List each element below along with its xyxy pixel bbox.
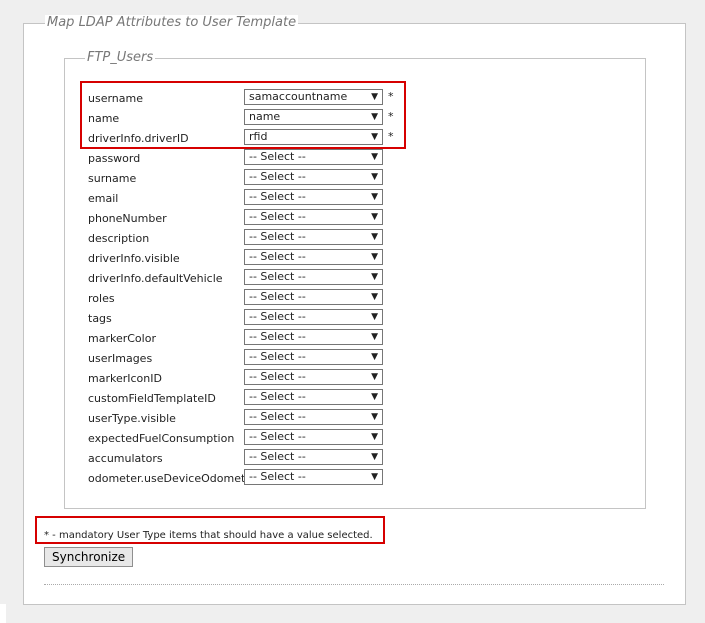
chevron-down-icon: ▼ [371, 472, 378, 482]
field-label: tags [88, 312, 112, 325]
select-value: -- Select -- [249, 190, 306, 203]
attribute-select[interactable]: -- Select -- ▼ [244, 329, 383, 345]
attribute-select[interactable]: -- Select -- ▼ [244, 229, 383, 245]
field-label: accumulators [88, 452, 163, 465]
attribute-select[interactable]: -- Select -- ▼ [244, 289, 383, 305]
attribute-select[interactable]: -- Select -- ▼ [244, 209, 383, 225]
chevron-down-icon: ▼ [371, 452, 378, 462]
attribute-select[interactable]: -- Select -- ▼ [244, 149, 383, 165]
attribute-select[interactable]: -- Select -- ▼ [244, 169, 383, 185]
chevron-down-icon: ▼ [371, 272, 378, 282]
select-value: -- Select -- [249, 390, 306, 403]
page-edge [0, 604, 6, 623]
field-label: userImages [88, 352, 153, 365]
attribute-select[interactable]: -- Select -- ▼ [244, 449, 383, 465]
template-legend: FTP_Users [85, 50, 156, 65]
chevron-down-icon: ▼ [371, 412, 378, 422]
select-value: -- Select -- [249, 270, 306, 283]
synchronize-button[interactable]: Synchronize [44, 547, 134, 567]
select-value: -- Select -- [249, 150, 306, 163]
field-label: userType.visible [88, 412, 176, 425]
select-value: -- Select -- [249, 290, 306, 303]
field-label: odometer.useDeviceOdometer [88, 472, 257, 485]
chevron-down-icon: ▼ [371, 332, 378, 342]
select-value: -- Select -- [249, 410, 306, 423]
attribute-select[interactable]: -- Select -- ▼ [244, 389, 383, 405]
select-value: -- Select -- [249, 230, 306, 243]
attribute-select[interactable]: -- Select -- ▼ [244, 429, 383, 445]
field-label: customFieldTemplateID [88, 392, 216, 405]
attribute-select[interactable]: -- Select -- ▼ [244, 349, 383, 365]
field-label: driverInfo.visible [88, 252, 180, 265]
field-label: phoneNumber [88, 212, 167, 225]
dotted-divider [44, 584, 664, 585]
select-value: -- Select -- [249, 430, 306, 443]
chevron-down-icon: ▼ [371, 212, 378, 222]
mandatory-note: * - mandatory User Type items that shoul… [44, 530, 373, 541]
field-label: markerColor [88, 332, 156, 345]
chevron-down-icon: ▼ [371, 192, 378, 202]
chevron-down-icon: ▼ [371, 172, 378, 182]
fieldset-legend: Map LDAP Attributes to User Template [45, 15, 299, 30]
field-label: driverInfo.defaultVehicle [88, 272, 223, 285]
field-label: expectedFuelConsumption [88, 432, 235, 445]
chevron-down-icon: ▼ [371, 252, 378, 262]
attribute-select[interactable]: -- Select -- ▼ [244, 269, 383, 285]
chevron-down-icon: ▼ [371, 292, 378, 302]
select-value: -- Select -- [249, 310, 306, 323]
chevron-down-icon: ▼ [371, 312, 378, 322]
field-label: roles [88, 292, 115, 305]
attribute-select[interactable]: -- Select -- ▼ [244, 369, 383, 385]
chevron-down-icon: ▼ [371, 352, 378, 362]
attribute-select[interactable]: -- Select -- ▼ [244, 309, 383, 325]
field-label: description [88, 232, 150, 245]
attribute-select[interactable]: -- Select -- ▼ [244, 189, 383, 205]
chevron-down-icon: ▼ [371, 432, 378, 442]
field-label: password [88, 152, 141, 165]
field-label: email [88, 192, 119, 205]
attribute-select[interactable]: -- Select -- ▼ [244, 409, 383, 425]
required-fields-highlight [80, 81, 406, 149]
attribute-select[interactable]: -- Select -- ▼ [244, 469, 383, 485]
select-value: -- Select -- [249, 330, 306, 343]
select-value: -- Select -- [249, 370, 306, 383]
select-value: -- Select -- [249, 450, 306, 463]
select-value: -- Select -- [249, 210, 306, 223]
select-value: -- Select -- [249, 170, 306, 183]
attribute-select[interactable]: -- Select -- ▼ [244, 249, 383, 265]
chevron-down-icon: ▼ [371, 152, 378, 162]
select-value: -- Select -- [249, 250, 306, 263]
select-value: -- Select -- [249, 470, 306, 483]
select-value: -- Select -- [249, 350, 306, 363]
chevron-down-icon: ▼ [371, 392, 378, 402]
field-label: surname [88, 172, 137, 185]
chevron-down-icon: ▼ [371, 232, 378, 242]
chevron-down-icon: ▼ [371, 372, 378, 382]
field-label: markerIconID [88, 372, 162, 385]
